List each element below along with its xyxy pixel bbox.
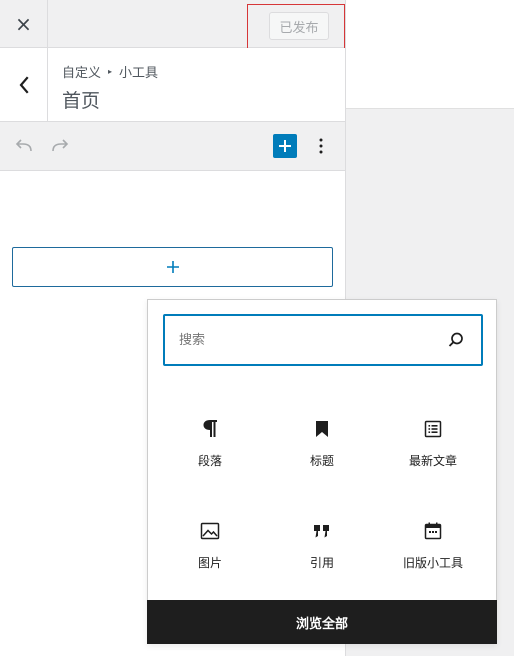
toggle-inserter-button[interactable] <box>273 134 297 158</box>
plus-icon <box>166 261 179 273</box>
list-icon <box>424 420 442 438</box>
chevron-left-icon <box>19 75 29 94</box>
quote-icon <box>314 525 329 538</box>
publish-button[interactable]: 已发布 <box>269 12 329 40</box>
breadcrumb-separator-icon: ▸ <box>108 67 113 76</box>
block-search <box>163 314 483 366</box>
block-quote[interactable]: 引用 <box>267 515 377 597</box>
page-title: 首页 <box>62 90 101 112</box>
block-label: 段落 <box>197 454 222 468</box>
redo-button[interactable] <box>49 136 71 156</box>
back-button[interactable] <box>0 48 48 121</box>
block-label: 标题 <box>309 454 334 468</box>
undo-button[interactable] <box>13 136 35 156</box>
more-options-button[interactable] <box>312 134 330 158</box>
image-icon <box>200 522 220 540</box>
breadcrumb: 自定义 ▸ 小工具 <box>62 62 158 81</box>
breadcrumb-item-customize: 自定义 <box>62 66 102 81</box>
section-header <box>0 48 345 122</box>
undo-icon <box>15 139 32 152</box>
browse-all-button[interactable]: 浏览全部 <box>147 600 497 644</box>
bookmark-icon <box>316 421 328 437</box>
preview-top <box>346 0 514 109</box>
block-latest-posts[interactable]: 最新文章 <box>378 413 488 495</box>
block-heading[interactable]: 标题 <box>267 413 377 495</box>
paragraph-icon <box>203 420 217 437</box>
block-label: 图片 <box>197 556 222 570</box>
plus-icon <box>279 140 291 152</box>
close-button[interactable]: × <box>0 0 48 47</box>
block-appender-button[interactable] <box>12 247 333 287</box>
more-vertical-icon <box>319 138 323 154</box>
search-icon <box>448 332 463 347</box>
close-icon: × <box>15 11 32 36</box>
redo-icon <box>52 139 69 152</box>
block-paragraph[interactable]: 段落 <box>155 413 265 495</box>
block-legacy-widget[interactable]: 旧版小工具 <box>378 515 488 597</box>
block-image[interactable]: 图片 <box>155 515 265 597</box>
search-input[interactable] <box>179 316 439 364</box>
block-label: 最新文章 <box>408 454 457 468</box>
block-label: 引用 <box>309 556 334 570</box>
calendar-icon <box>424 522 442 540</box>
breadcrumb-item-widgets: 小工具 <box>119 66 159 81</box>
block-label: 旧版小工具 <box>402 556 463 570</box>
